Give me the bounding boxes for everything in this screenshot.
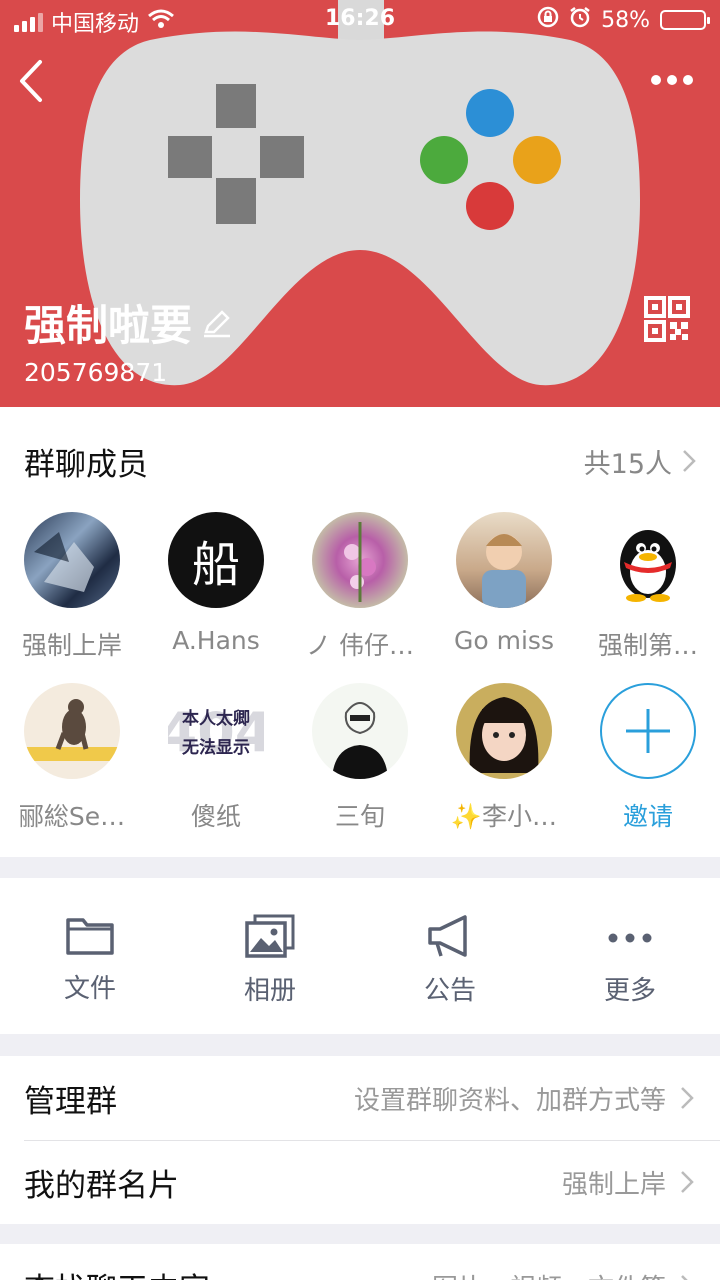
members-section: 群聊成员 共15人 强制上岸 船 A.Hans ノ 伟仔… Go miss 强制… xyxy=(0,407,720,857)
alarm-icon xyxy=(569,6,591,34)
invite-member-button[interactable]: 邀请 xyxy=(576,683,720,833)
search-history-value: 图片、视频、文件等 xyxy=(432,1268,666,1280)
member-item[interactable]: Go miss xyxy=(432,512,576,655)
member-item[interactable]: 强制上岸 xyxy=(0,512,144,662)
megaphone-icon xyxy=(428,915,467,957)
member-avatar: 船 xyxy=(168,512,264,608)
battery-icon xyxy=(660,10,710,30)
member-name: ✨李小… xyxy=(450,802,558,831)
members-title: 群聊成员 xyxy=(24,446,148,483)
invite-label: 邀请 xyxy=(622,802,673,831)
manage-group-title: 管理群 xyxy=(24,1083,117,1120)
rotation-lock-icon xyxy=(537,6,559,34)
chevron-right-icon xyxy=(681,1275,688,1280)
member-avatar: 404 本人太卿 无法显示 xyxy=(168,683,264,779)
folder-icon xyxy=(66,918,114,955)
member-item[interactable]: 强制第… xyxy=(576,512,720,662)
member-item[interactable]: 404 本人太卿 无法显示 傻纸 xyxy=(144,683,288,833)
avatar-placeholder-line1: 本人太卿 xyxy=(182,709,250,729)
member-avatar xyxy=(24,512,120,608)
search-history-title: 查找聊天内容 xyxy=(24,1264,210,1280)
members-header[interactable]: 群聊成员 共15人 xyxy=(24,441,696,483)
member-name: A.Hans xyxy=(172,626,260,655)
ellipsis-icon xyxy=(608,933,652,943)
invite-avatar xyxy=(600,683,696,779)
group-name: 强制啦要 xyxy=(24,301,193,350)
chevron-right-icon xyxy=(681,1171,694,1193)
chevron-right-icon xyxy=(683,450,696,472)
member-name: Go miss xyxy=(454,626,554,655)
members-count[interactable]: 共15人 xyxy=(584,442,696,481)
more-tools-label: 更多 xyxy=(603,976,656,1006)
group-name-editable[interactable]: 强制啦要 xyxy=(24,292,232,353)
photo-album-icon xyxy=(245,914,295,958)
group-id: 205769871 xyxy=(24,358,168,387)
penguin-icon xyxy=(620,530,676,602)
more-tools-button[interactable]: 更多 xyxy=(540,878,720,1034)
member-name: ノ 伟仔… xyxy=(306,631,414,660)
member-name: 郦総Se… xyxy=(18,802,126,831)
qr-code-button[interactable] xyxy=(644,296,690,342)
member-name: 强制上岸 xyxy=(21,631,122,660)
member-avatar xyxy=(600,512,696,608)
my-group-card-value: 强制上岸 xyxy=(561,1169,666,1200)
album-button[interactable]: 相册 xyxy=(180,878,360,1034)
my-group-card-title: 我的群名片 xyxy=(24,1167,179,1204)
member-avatar xyxy=(312,512,408,608)
member-item[interactable]: ✨李小… xyxy=(432,683,576,833)
member-avatar xyxy=(312,683,408,779)
announcement-button[interactable]: 公告 xyxy=(360,878,540,1034)
battery-percent: 58% xyxy=(601,7,650,33)
settings-list: 管理群 设置群聊资料、加群方式等 我的群名片 强制上岸 xyxy=(0,1056,720,1224)
member-item[interactable]: 船 A.Hans xyxy=(144,512,288,655)
status-bar: 中国移动 16:26 58% xyxy=(0,0,720,40)
avatar-calligraphy: 船 xyxy=(191,537,240,593)
announcement-label: 公告 xyxy=(423,976,476,1006)
files-button[interactable]: 文件 xyxy=(0,878,180,1034)
member-avatar xyxy=(24,683,120,779)
more-options-button[interactable] xyxy=(648,66,696,94)
manage-group-row[interactable]: 管理群 设置群聊资料、加群方式等 xyxy=(0,1056,720,1140)
member-name: 强制第… xyxy=(597,631,698,660)
search-history-row[interactable]: 查找聊天内容 图片、视频、文件等 xyxy=(0,1244,720,1280)
manage-group-value: 设置群聊资料、加群方式等 xyxy=(353,1085,666,1116)
member-item[interactable]: 郦総Se… xyxy=(0,683,144,833)
plus-icon xyxy=(626,709,670,753)
member-avatar xyxy=(456,683,552,779)
chevron-left-icon xyxy=(20,60,42,102)
members-count-text: 共15人 xyxy=(583,448,672,480)
member-item[interactable]: 三旬 xyxy=(288,683,432,833)
avatar-placeholder-line2: 无法显示 xyxy=(182,738,250,758)
back-button[interactable] xyxy=(12,56,52,106)
group-toolbar: 文件 相册 公告 更多 xyxy=(0,878,720,1034)
member-item[interactable]: ノ 伟仔… xyxy=(288,512,432,662)
group-header: 中国移动 16:26 58% 强制啦要 205769871 xyxy=(0,0,720,407)
chevron-right-icon xyxy=(681,1087,694,1109)
files-label: 文件 xyxy=(63,974,116,1004)
pencil-icon xyxy=(204,309,231,337)
album-label: 相册 xyxy=(243,976,296,1006)
my-group-card-row[interactable]: 我的群名片 强制上岸 xyxy=(0,1140,720,1224)
member-name: 傻纸 xyxy=(190,802,241,831)
member-name: 三旬 xyxy=(334,802,385,831)
ellipsis-icon xyxy=(651,75,693,85)
qr-code-icon xyxy=(644,296,690,342)
member-avatar xyxy=(456,512,552,608)
